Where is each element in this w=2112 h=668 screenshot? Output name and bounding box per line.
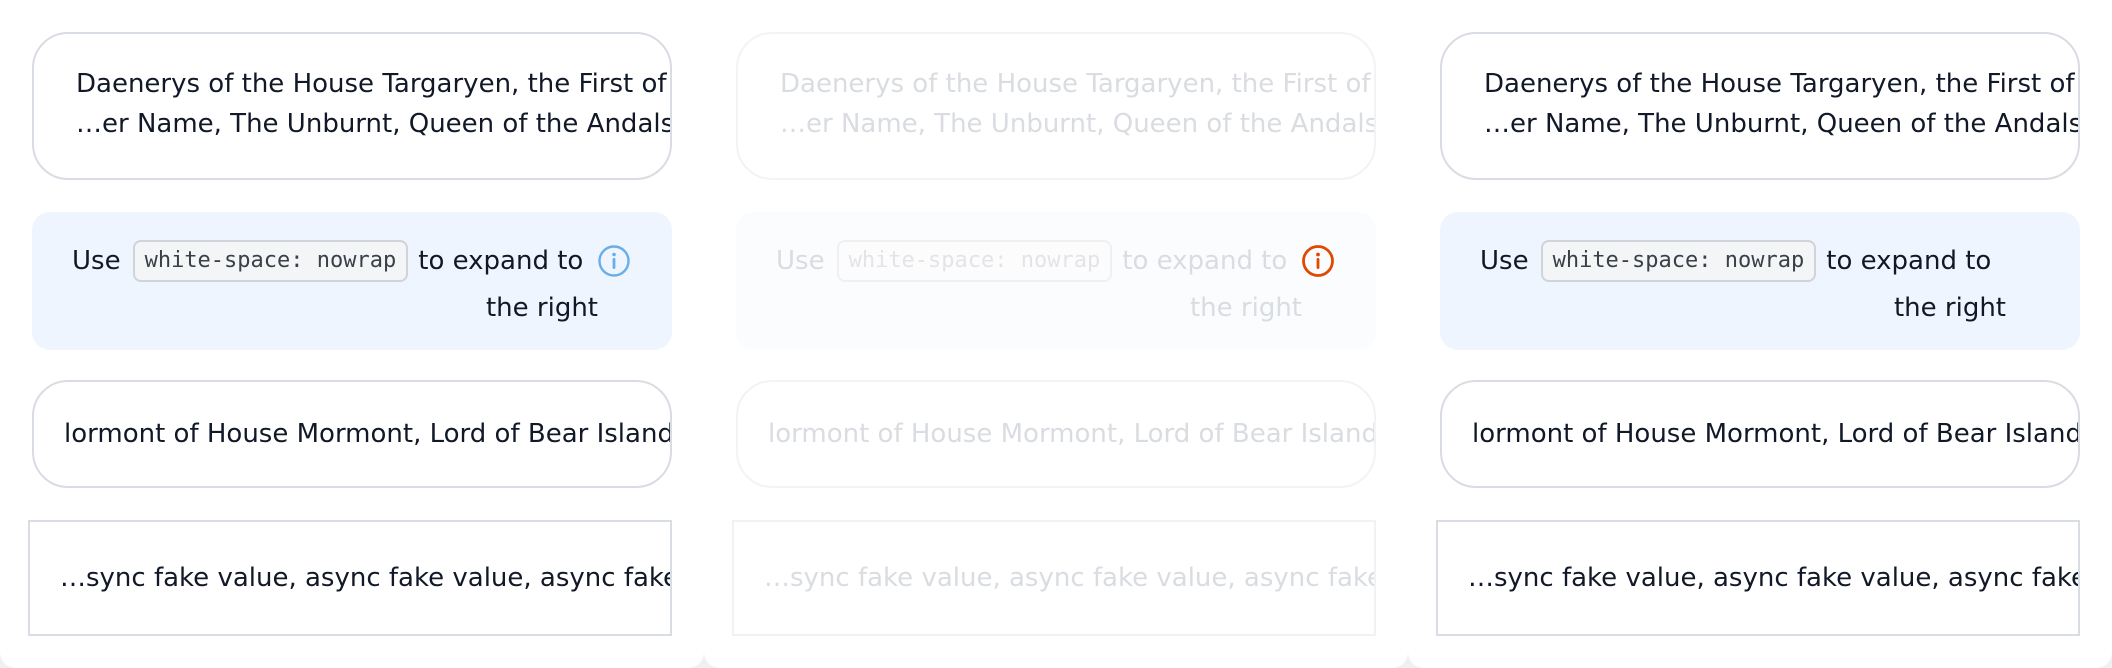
info-hint-field[interactable]: Use white-space: nowrap to expand to the… [1440, 212, 2080, 350]
hint-code: white-space: nowrap [1540, 240, 1817, 282]
hint-text-expand: to expand to [1826, 246, 1992, 276]
single-line-text: lormont of House Mormont, Lord of Bear I… [1472, 419, 2080, 449]
hint-text-use: Use [1480, 246, 1529, 276]
info-hint-field[interactable]: Use white-space: nowrap to expand to the… [32, 212, 672, 350]
pill-text-line-2: …er Name, The Unburnt, Queen of the Anda… [76, 109, 672, 139]
demo-panel-no-icon: Daenerys of the House Targaryen, the Fir… [1408, 0, 2112, 668]
demo-panel-disabled: Daenerys of the House Targaryen, the Fir… [704, 0, 1408, 668]
single-line-pill-field[interactable]: lormont of House Mormont, Lord of Bear I… [32, 380, 672, 488]
hint-text-expand: to expand to [418, 246, 584, 276]
pill-text-line-1: Daenerys of the House Targaryen, the Fir… [76, 69, 667, 99]
multiline-pill-field[interactable]: Daenerys of the House Targaryen, the Fir… [32, 32, 672, 180]
async-value-text: …sync fake value, async fake value, asyn… [764, 563, 1376, 593]
single-line-pill-field[interactable]: lormont of House Mormont, Lord of Bear I… [1440, 380, 2080, 488]
hint-text-use: Use [72, 246, 121, 276]
async-value-text: …sync fake value, async fake value, asyn… [60, 563, 672, 593]
async-value-field[interactable]: …sync fake value, async fake value, asyn… [1436, 520, 2080, 636]
single-line-text: lormont of House Mormont, Lord of Bear I… [64, 419, 672, 449]
hint-text-right: the right [1189, 293, 1302, 323]
async-value-field: …sync fake value, async fake value, asyn… [732, 520, 1376, 636]
hint-text-use: Use [776, 246, 825, 276]
pill-text-line-2: …er Name, The Unburnt, Queen of the Anda… [780, 109, 1376, 139]
async-value-field[interactable]: …sync fake value, async fake value, asyn… [28, 520, 672, 636]
hint-code: white-space: nowrap [836, 240, 1113, 282]
single-line-text: lormont of House Mormont, Lord of Bear I… [768, 419, 1376, 449]
multiline-pill-field: Daenerys of the House Targaryen, the Fir… [736, 32, 1376, 180]
demo-panel-default: Daenerys of the House Targaryen, the Fir… [0, 0, 704, 668]
hint-text-expand: to expand to [1122, 246, 1288, 276]
pill-text-line-2: …er Name, The Unburnt, Queen of the Anda… [1484, 109, 2080, 139]
hint-text-right: the right [485, 293, 598, 323]
pill-text-line-1: Daenerys of the House Targaryen, the Fir… [1484, 69, 2075, 99]
multiline-pill-field[interactable]: Daenerys of the House Targaryen, the Fir… [1440, 32, 2080, 180]
hint-text-right: the right [1893, 293, 2006, 323]
info-circle-icon[interactable] [1301, 244, 1335, 278]
info-hint-field: Use white-space: nowrap to expand to the… [736, 212, 1376, 350]
single-line-pill-field: lormont of House Mormont, Lord of Bear I… [736, 380, 1376, 488]
pill-text-line-1: Daenerys of the House Targaryen, the Fir… [780, 69, 1371, 99]
async-value-text: …sync fake value, async fake value, asyn… [1468, 563, 2080, 593]
hint-code: white-space: nowrap [132, 240, 409, 282]
info-circle-icon[interactable] [597, 244, 631, 278]
